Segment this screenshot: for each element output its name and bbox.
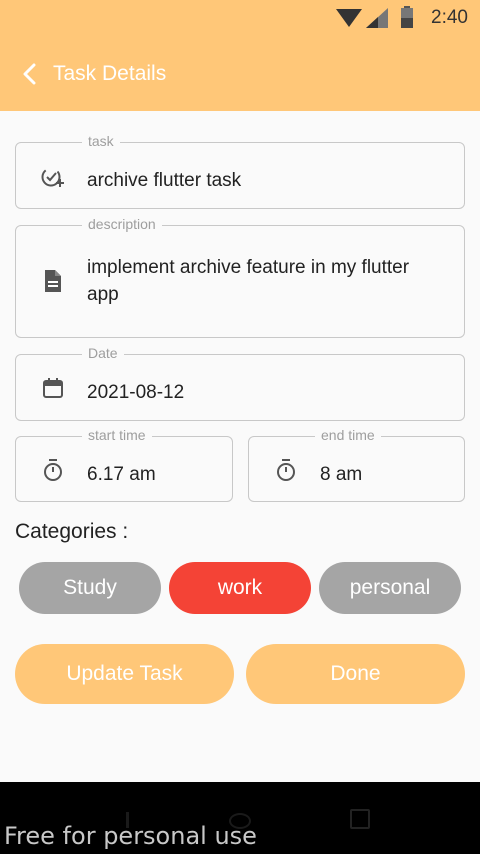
chip-work-label: work	[217, 576, 263, 599]
description-field-label: description	[82, 216, 162, 232]
battery-icon	[401, 6, 413, 28]
done-button[interactable]: Done	[246, 644, 465, 704]
recents-nav-icon[interactable]	[350, 809, 370, 829]
page-title: Task Details	[53, 62, 167, 85]
chip-study[interactable]: Study	[19, 562, 161, 614]
task-field-value: archive flutter task	[87, 170, 242, 191]
cell-signal-icon	[366, 8, 388, 28]
update-task-button[interactable]: Update Task	[15, 644, 234, 704]
timer-icon	[273, 457, 299, 483]
done-label: Done	[330, 662, 381, 685]
chip-study-label: Study	[63, 576, 117, 599]
back-button[interactable]	[16, 60, 42, 88]
start-time-field-label: start time	[82, 427, 152, 443]
end-time-field-value: 8 am	[320, 464, 363, 485]
start-time-field[interactable]: start time 6.17 am	[15, 427, 233, 502]
timer-icon	[40, 457, 66, 483]
update-task-label: Update Task	[66, 662, 183, 685]
document-icon	[40, 268, 66, 294]
chip-personal-label: personal	[349, 576, 431, 599]
description-field[interactable]: description implement archive feature in…	[15, 216, 465, 338]
task-field-label: task	[82, 133, 120, 149]
date-field-value: 2021-08-12	[87, 382, 185, 403]
wifi-icon	[336, 9, 362, 27]
chip-personal[interactable]: personal	[319, 562, 461, 614]
add-task-icon	[40, 164, 66, 190]
end-time-field[interactable]: end time 8 am	[248, 427, 465, 502]
end-time-field-label: end time	[315, 427, 381, 443]
categories-title: Categories :	[15, 520, 129, 543]
date-field[interactable]: Date 2021-08-12	[15, 345, 465, 421]
description-field-value: implement archive feature in my flutter …	[87, 257, 410, 305]
task-field[interactable]: task archive flutter task	[15, 133, 465, 209]
date-field-label: Date	[82, 345, 124, 361]
calendar-icon	[40, 375, 66, 401]
chevron-left-icon	[23, 63, 36, 85]
watermark: Free for personal use	[4, 822, 257, 850]
status-bar: 2:40	[0, 0, 480, 36]
chip-work[interactable]: work	[169, 562, 311, 614]
app-bar: 2:40 Task Details	[0, 0, 480, 111]
status-time: 2:40	[431, 7, 468, 28]
start-time-field-value: 6.17 am	[87, 464, 156, 485]
